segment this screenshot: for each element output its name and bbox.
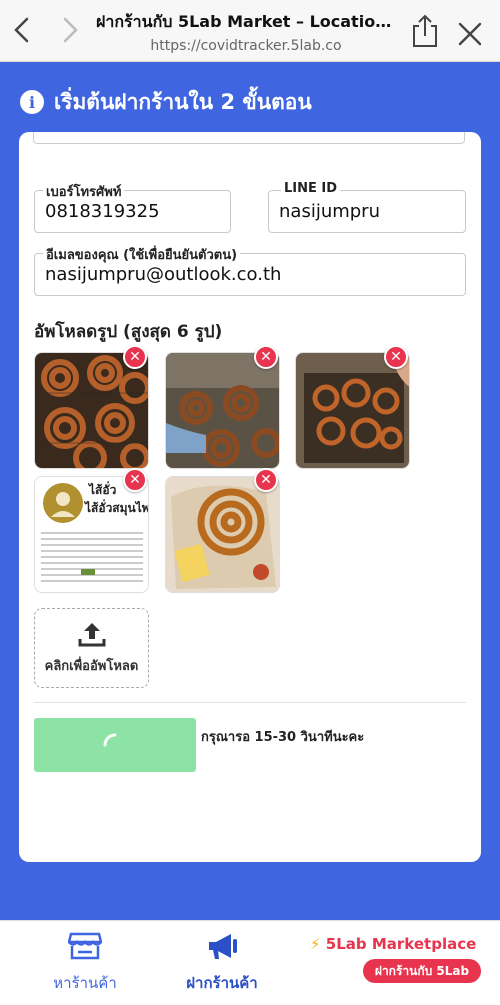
marketplace-badge[interactable]: ฝากร้านกับ 5Lab (363, 959, 481, 983)
email-value: nasijumpru@outlook.co.th (45, 264, 282, 285)
page-url: https://covidtracker.5lab.co (150, 38, 342, 54)
upload-icon (78, 622, 105, 646)
uploaded-photo-3 (295, 352, 410, 469)
remove-photo-2-icon[interactable]: ✕ (254, 345, 278, 369)
uploaded-photo-2 (165, 352, 280, 469)
loading-spinner-icon (103, 733, 117, 747)
uploaded-photo-1 (34, 352, 149, 469)
remove-photo-5-icon[interactable]: ✕ (254, 468, 278, 492)
uploaded-photo-4: ไส้อั่ว ไส้อั่วสมุนไพร (34, 476, 149, 593)
uploaded-photo-5 (165, 476, 280, 593)
form-card: 0818319325 เบอร์โทรศัพท์ nasijumpru LINE… (19, 132, 481, 862)
remove-photo-3-icon[interactable]: ✕ (384, 345, 408, 369)
upload-heading: อัพโหลดรูป (สูงสุด 6 รูป) (34, 322, 223, 342)
close-icon[interactable] (458, 22, 482, 46)
line-id-field[interactable]: nasijumpru (268, 190, 466, 233)
phone-label: เบอร์โทรศัพท์ (43, 181, 125, 202)
forward-icon[interactable] (56, 16, 84, 44)
megaphone-icon (209, 934, 237, 959)
marketplace-link[interactable]: ⚡ 5Lab Marketplace (310, 935, 476, 953)
info-icon: i (20, 90, 44, 114)
share-icon[interactable] (410, 14, 440, 48)
bottom-tab-bar: หาร้านค้า ฝากร้านค้า ⚡ 5Lab Marketplace … (0, 920, 500, 1005)
tab-post-shop-label: ฝากร้านค้า (186, 974, 258, 992)
label-title-2: ไส้อั่วสมุนไพร (85, 501, 149, 515)
line-id-label: LINE ID (281, 181, 341, 196)
browser-title-area[interactable]: ฝากร้านกับ 5Lab Market – Location-... ht… (96, 10, 396, 54)
page-title: ฝากร้านกับ 5Lab Market – Location-... (96, 12, 396, 31)
browser-toolbar: ฝากร้านกับ 5Lab Market – Location-... ht… (0, 0, 500, 62)
upload-button[interactable]: คลิกเพื่ออัพโหลด (34, 608, 149, 688)
lightning-icon: ⚡ (310, 935, 321, 953)
line-id-value: nasijumpru (279, 201, 380, 222)
back-icon[interactable] (8, 16, 36, 44)
previous-field-edge (33, 132, 465, 144)
phone-value: 0818319325 (45, 201, 160, 222)
tab-find-shop-label: หาร้านค้า (53, 974, 117, 992)
store-icon (67, 932, 103, 960)
divider (34, 702, 466, 703)
upload-button-label: คลิกเพื่ออัพโหลด (44, 658, 139, 674)
marketplace-label: 5Lab Marketplace (325, 935, 477, 953)
tab-find-shop[interactable]: หาร้านค้า (50, 931, 120, 995)
wait-message: กรุณารอ 15-30 วินาทีนะคะ (201, 730, 365, 745)
submit-button[interactable] (34, 718, 196, 772)
tab-post-shop[interactable]: ฝากร้านค้า (180, 931, 264, 995)
remove-photo-1-icon[interactable]: ✕ (123, 345, 147, 369)
step-title: เริ่มต้นฝากร้านใน 2 ขั้นตอน (54, 90, 312, 114)
email-label: อีเมลของคุณ (ใช้เพื่อยืนยันตัวตน) (43, 244, 241, 265)
label-title-1: ไส้อั่ว (89, 483, 117, 497)
remove-photo-4-icon[interactable]: ✕ (123, 468, 147, 492)
